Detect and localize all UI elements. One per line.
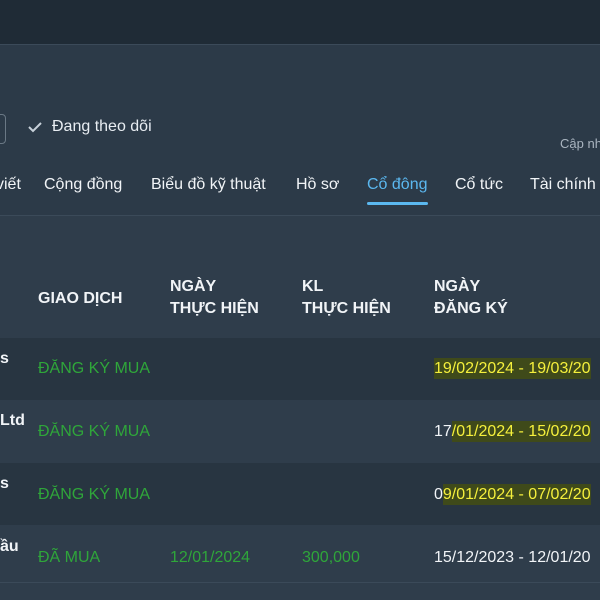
transaction-type: ĐĂNG KÝ MUA — [38, 423, 151, 440]
table-row[interactable]: ầu ĐÃ MUA 12/01/2024 300,000 15/12/2023 … — [0, 526, 600, 588]
registration-prefix: 15/12/2023 - 12/01/20 — [434, 549, 591, 566]
registration-range-highlight: /01/2024 - 15/02/20 — [451, 421, 591, 442]
tab-ho-so[interactable]: Hồ sơ — [296, 176, 339, 194]
transaction-type: ĐĂNG KÝ MUA — [38, 486, 151, 503]
tab-bieu-do-ky-thuat[interactable]: Biểu đồ kỹ thuật — [151, 176, 266, 194]
shareholder-name: ầu — [0, 538, 19, 555]
table-header: GIAO DỊCH NGÀY THỰC HIỆN KL THỰC HIỆN NG… — [0, 240, 600, 336]
header-transaction: GIAO DỊCH — [38, 290, 123, 307]
header-reg-date-line1: NGÀY — [434, 278, 481, 295]
tab-tai-chinh[interactable]: Tài chính — [530, 176, 596, 194]
table-bottom-divider — [0, 582, 600, 583]
header-reg-date-line2: ĐĂNG KÝ — [434, 300, 508, 317]
registration-prefix: 0 — [434, 486, 443, 503]
registration-range-highlight: 19/02/2024 - 19/03/20 — [434, 358, 591, 379]
tab-divider — [0, 215, 600, 216]
transaction-type: ĐĂNG KÝ MUA — [38, 360, 151, 377]
tab-co-tuc[interactable]: Cổ tức — [455, 176, 503, 194]
transaction-type: ĐÃ MUA — [38, 549, 101, 566]
follow-label: Đang theo dõi — [52, 118, 152, 135]
check-icon — [28, 120, 42, 134]
top-bar — [0, 0, 600, 45]
header-exec-date-line1: NGÀY — [170, 278, 217, 295]
partial-button[interactable] — [0, 114, 6, 144]
tab-cong-dong[interactable]: Cộng đồng — [44, 176, 122, 194]
shareholder-name: s — [0, 475, 9, 492]
tab-viet[interactable]: viết — [0, 176, 21, 194]
header-reg-date: NGÀY ĐĂNG KÝ — [434, 276, 508, 320]
registration-period: 19/02/2024 - 19/03/20 — [434, 358, 591, 379]
table-row[interactable]: Ltd ĐĂNG KÝ MUA 17/01/2024 - 15/02/20 — [0, 400, 600, 462]
header-volume-line1: KL — [302, 278, 324, 295]
tab-bar: viết Cộng đồng Biểu đồ kỹ thuật Hồ sơ Cổ… — [0, 176, 600, 208]
shareholder-name: s — [0, 350, 9, 367]
execution-volume: 300,000 — [302, 549, 360, 566]
execution-date: 12/01/2024 — [170, 549, 251, 566]
update-label: Cập nh — [560, 136, 600, 151]
header-volume: KL THỰC HIỆN — [302, 276, 391, 320]
registration-period: 09/01/2024 - 07/02/20 — [434, 484, 591, 505]
registration-period: 15/12/2023 - 12/01/20 — [434, 549, 591, 567]
header-exec-date-line2: THỰC HIỆN — [170, 300, 259, 317]
header-volume-line2: THỰC HIỆN — [302, 300, 391, 317]
header-exec-date: NGÀY THỰC HIỆN — [170, 276, 259, 320]
tab-co-dong[interactable]: Cổ đông — [367, 176, 428, 205]
table-row[interactable]: s ĐĂNG KÝ MUA 09/01/2024 - 07/02/20 — [0, 463, 600, 525]
registration-period: 17/01/2024 - 15/02/20 — [434, 421, 591, 442]
follow-toggle[interactable]: Đang theo dõi — [28, 118, 152, 136]
registration-range-highlight: 9/01/2024 - 07/02/20 — [442, 484, 591, 505]
registration-prefix: 17 — [434, 423, 452, 440]
shareholder-name: Ltd — [0, 412, 25, 429]
table-row[interactable]: s ĐĂNG KÝ MUA 19/02/2024 - 19/03/20 — [0, 338, 600, 400]
